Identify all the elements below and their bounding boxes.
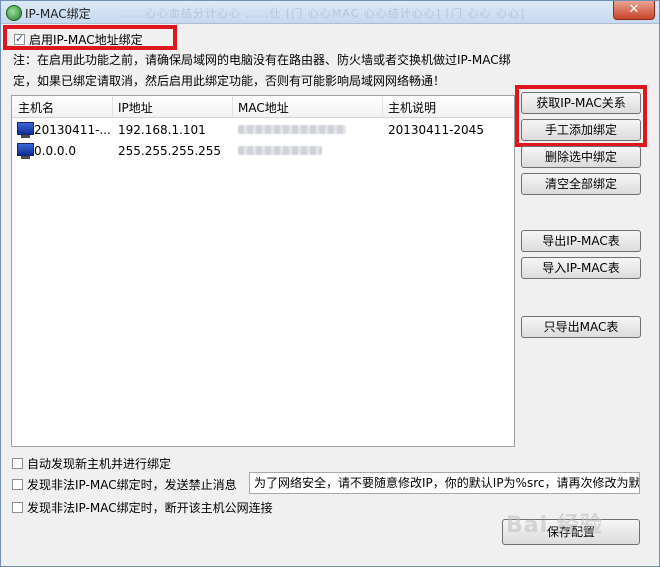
export-ip-mac-button[interactable]: 导出IP-MAC表 <box>521 230 641 252</box>
auto-discover-checkbox-row[interactable]: 自动发现新主机并进行绑定 <box>12 455 171 472</box>
delete-selected-bind-button[interactable]: 删除选中绑定 <box>521 146 641 168</box>
ip-mac-bind-window: IP-MAC绑定 ……心心血结分计心心 ……仕 [门 心心MAC 心心结计心心]… <box>0 0 660 567</box>
column-header-desc[interactable]: 主机说明 <box>388 99 436 116</box>
manual-add-bind-button[interactable]: 手工添加绑定 <box>521 119 641 141</box>
computer-icon <box>17 122 34 138</box>
warning-note: 注：在启用此功能之前，请确保局域网的电脑没有在路由器、防火墙或者交换机做过IP-… <box>13 50 513 92</box>
send-message-label: 发现非法IP-MAC绑定时，发送禁止消息 <box>27 478 237 492</box>
binding-list-header: 主机名 IP地址 MAC地址 主机说明 <box>12 96 514 118</box>
enable-ip-mac-checkbox-row[interactable]: 启用IP-MAC地址绑定 <box>14 31 143 48</box>
import-ip-mac-button[interactable]: 导入IP-MAC表 <box>521 257 641 279</box>
window-title: IP-MAC绑定 <box>25 7 91 21</box>
row-mac-redacted <box>238 125 346 134</box>
binding-list[interactable]: 主机名 IP地址 MAC地址 主机说明 20130411-... 192.168… <box>11 95 515 447</box>
enable-ip-mac-checkbox[interactable] <box>14 32 25 45</box>
enable-ip-mac-label: 启用IP-MAC地址绑定 <box>29 33 143 47</box>
table-row[interactable]: 0.0.0.0 255.255.255.255 <box>12 141 514 161</box>
close-icon: ✕ <box>628 2 640 17</box>
column-divider[interactable] <box>112 96 113 117</box>
column-header-host[interactable]: 主机名 <box>18 99 54 116</box>
disconnect-checkbox-row[interactable]: 发现非法IP-MAC绑定时，断开该主机公网连接 <box>12 499 273 516</box>
disconnect-checkbox[interactable] <box>12 502 23 513</box>
watermark-logo: Bai 经验 <box>506 513 603 538</box>
column-divider[interactable] <box>232 96 233 117</box>
forbid-message-input[interactable]: 为了网络安全，请不要随意修改IP，你的默认IP为%src，请再次修改为默 <box>249 472 640 494</box>
warning-note-line-2: 定，如果已绑定请取消，然后启用此绑定功能，否则有可能影响局域网网络畅通！ <box>13 74 446 88</box>
row-host: 20130411-... <box>34 123 111 137</box>
clear-all-bind-button[interactable]: 清空全部绑定 <box>521 173 641 195</box>
column-header-mac[interactable]: MAC地址 <box>238 99 289 116</box>
send-message-checkbox-row[interactable]: 发现非法IP-MAC绑定时，发送禁止消息 <box>12 476 237 493</box>
row-ip: 192.168.1.101 <box>118 123 206 137</box>
row-host: 0.0.0.0 <box>34 144 76 158</box>
table-row[interactable]: 20130411-... 192.168.1.101 20130411-2045 <box>12 120 514 140</box>
export-mac-only-button[interactable]: 只导出MAC表 <box>521 316 641 338</box>
warning-note-line-1: 注：在启用此功能之前，请确保局域网的电脑没有在路由器、防火墙或者交换机做过IP-… <box>13 53 511 67</box>
row-desc: 20130411-2045 <box>388 123 484 137</box>
row-ip: 255.255.255.255 <box>118 144 222 158</box>
get-ip-mac-button[interactable]: 获取IP-MAC关系 <box>521 92 641 114</box>
row-mac-redacted <box>238 146 322 155</box>
auto-discover-label: 自动发现新主机并进行绑定 <box>27 457 172 471</box>
column-divider[interactable] <box>382 96 383 117</box>
disconnect-label: 发现非法IP-MAC绑定时，断开该主机公网连接 <box>27 501 273 515</box>
auto-discover-checkbox[interactable] <box>12 458 23 469</box>
column-header-ip[interactable]: IP地址 <box>118 99 153 116</box>
title-bar[interactable]: IP-MAC绑定 ……心心血结分计心心 ……仕 [门 心心MAC 心心结计心心]… <box>1 1 659 24</box>
send-message-checkbox[interactable] <box>12 479 23 490</box>
computer-icon <box>17 143 34 159</box>
close-button[interactable]: ✕ <box>613 1 655 20</box>
background-window-title-ghost: ……心心血结分计心心 ……仕 [门 心心MAC 心心结计心心] [门 心心 心心… <box>121 7 526 20</box>
app-icon <box>6 5 22 21</box>
